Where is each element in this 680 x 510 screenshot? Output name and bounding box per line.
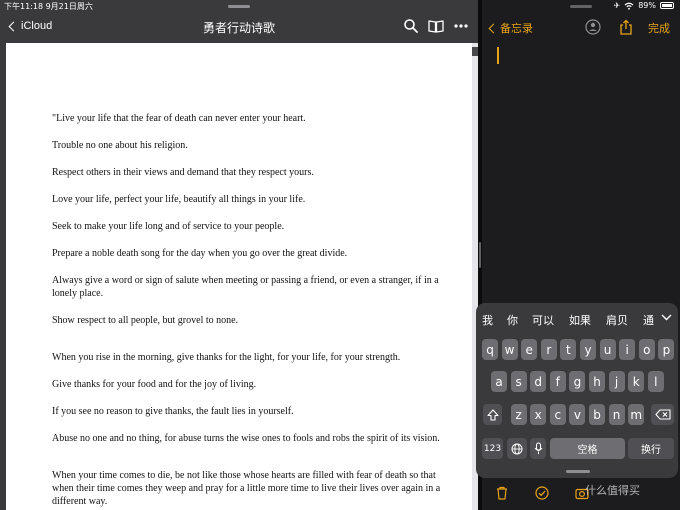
key-f[interactable]: f: [549, 371, 566, 392]
poem-line: Respect others in their views and demand…: [52, 167, 314, 178]
key-j[interactable]: j: [608, 371, 625, 392]
poem-line: Give thanks for your food and for the jo…: [52, 379, 257, 390]
microphone-icon: [534, 442, 542, 454]
notes-back-button[interactable]: 备忘录: [488, 20, 533, 36]
candidate-word[interactable]: 通: [643, 312, 654, 328]
numbers-key[interactable]: 123: [482, 438, 503, 459]
poem-line: If you see no reason to give thanks, the…: [52, 406, 294, 417]
key-a[interactable]: a: [491, 371, 507, 392]
delete-key[interactable]: [651, 404, 674, 425]
split-view-handle[interactable]: [479, 242, 481, 268]
poem-line: Seek to make your life long and of servi…: [52, 221, 285, 232]
poem-line: Prepare a noble death song for the day w…: [52, 248, 348, 259]
poem-line: "Live your life that the fear of death c…: [52, 113, 306, 124]
text-cursor: [497, 47, 499, 64]
wifi-icon: [624, 2, 634, 10]
poem-line: Trouble no one about his religion.: [52, 140, 188, 151]
key-s[interactable]: s: [510, 371, 527, 392]
more-icon[interactable]: [453, 18, 469, 34]
key-q[interactable]: q: [482, 339, 498, 360]
poem-line: lonely place.: [52, 288, 104, 299]
candidate-word[interactable]: 如果: [569, 312, 591, 328]
key-b[interactable]: b: [589, 404, 605, 425]
key-y[interactable]: y: [580, 339, 596, 360]
poem-line: Show respect to all people, but grovel t…: [52, 315, 239, 326]
key-l[interactable]: l: [647, 371, 664, 392]
watermark: 什么值得买: [585, 484, 640, 497]
key-x[interactable]: x: [530, 404, 547, 425]
battery-icon: [660, 2, 674, 9]
chevron-left-icon: [488, 23, 499, 33]
globe-key[interactable]: [507, 438, 527, 459]
key-p[interactable]: p: [658, 339, 675, 360]
book-icon[interactable]: [428, 18, 444, 34]
share-icon[interactable]: [618, 19, 634, 35]
keyboard-drag-handle[interactable]: [566, 470, 590, 473]
microphone-key[interactable]: [530, 438, 546, 459]
chevron-down-icon[interactable]: [661, 313, 672, 321]
key-z[interactable]: z: [510, 404, 527, 425]
shift-arrow-icon: [486, 408, 499, 421]
poem-line: when their time comes they weep and pray…: [52, 483, 441, 494]
key-w[interactable]: w: [501, 339, 518, 360]
key-o[interactable]: o: [638, 339, 655, 360]
key-m[interactable]: m: [628, 404, 645, 425]
window-grabber-left[interactable]: [228, 5, 250, 8]
key-i[interactable]: i: [619, 339, 636, 360]
poem-line: When you rise in the morning, give thank…: [52, 352, 401, 363]
candidate-word[interactable]: 你: [507, 312, 518, 328]
status-time-date: 下午11:18 9月21日周六: [4, 2, 93, 11]
status-indicators: ✈ 89%: [614, 1, 674, 10]
key-k[interactable]: k: [628, 371, 645, 392]
backspace-icon: [654, 409, 671, 420]
globe-icon: [511, 443, 523, 454]
poem-line: When your time comes to die, be not like…: [52, 470, 436, 481]
poem-line: Always give a word or sign of salute whe…: [52, 275, 439, 286]
key-h[interactable]: h: [589, 371, 605, 392]
shift-key[interactable]: [483, 404, 502, 425]
window-grabber-right[interactable]: [570, 5, 592, 8]
search-icon[interactable]: [403, 18, 419, 34]
return-key[interactable]: 换行: [628, 438, 674, 459]
note-editor[interactable]: [482, 70, 680, 300]
key-n[interactable]: n: [608, 404, 625, 425]
done-button[interactable]: 完成: [648, 20, 670, 36]
candidate-word[interactable]: 我: [482, 312, 493, 328]
poem-line: Love your life, perfect your life, beaut…: [52, 194, 306, 205]
candidate-word[interactable]: 肩贝: [606, 312, 628, 328]
battery-percent: 89%: [638, 1, 656, 10]
key-g[interactable]: g: [569, 371, 586, 392]
poem-line: different way.: [52, 496, 108, 507]
trash-icon[interactable]: [495, 486, 509, 500]
checklist-icon[interactable]: [535, 486, 549, 500]
key-v[interactable]: v: [569, 404, 586, 425]
key-u[interactable]: u: [599, 339, 616, 360]
poem-line: Abuse no one and no thing, for abuse tur…: [52, 433, 440, 444]
key-t[interactable]: t: [560, 339, 577, 360]
add-people-icon[interactable]: [585, 19, 601, 35]
notes-back-label: 备忘录: [500, 22, 533, 35]
airplane-icon: ✈: [613, 1, 621, 10]
key-d[interactable]: d: [530, 371, 547, 392]
candidate-word[interactable]: 可以: [532, 312, 554, 328]
key-e[interactable]: e: [521, 339, 538, 360]
key-c[interactable]: c: [549, 404, 566, 425]
key-r[interactable]: r: [540, 339, 557, 360]
space-key[interactable]: 空格: [550, 438, 625, 459]
